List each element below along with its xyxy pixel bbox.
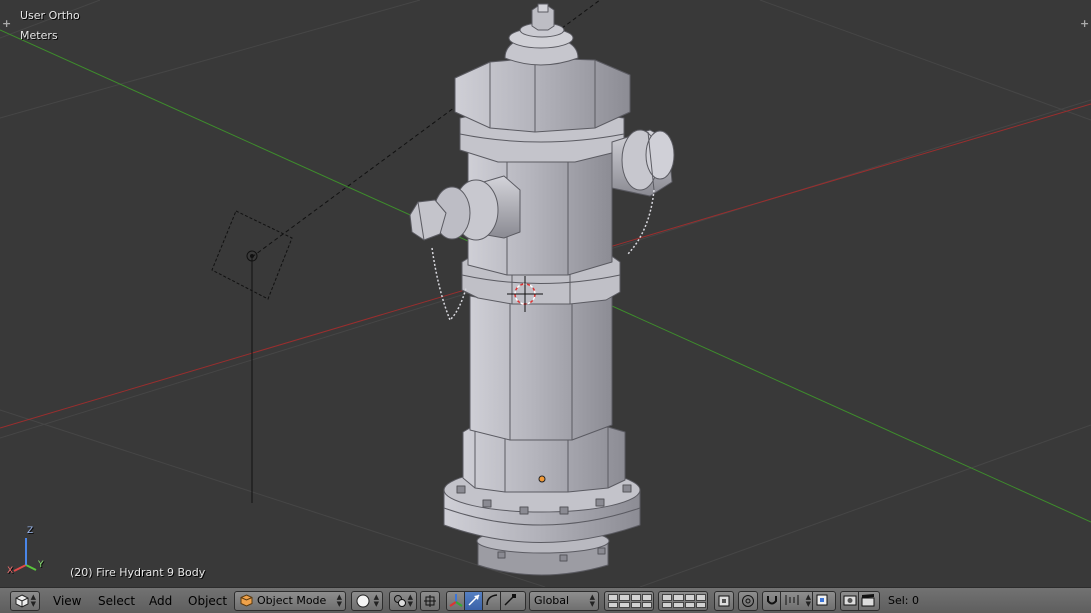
region-split-handle-left[interactable]: + bbox=[2, 17, 11, 30]
selection-count: Sel: 0 bbox=[888, 594, 920, 607]
object-mode-cube-icon bbox=[240, 594, 253, 607]
layers-group-2[interactable] bbox=[658, 591, 708, 611]
scale-manipulator-button[interactable] bbox=[501, 592, 519, 610]
units-label: Meters bbox=[20, 29, 58, 42]
x-axis-label: X bbox=[7, 566, 14, 576]
layers-group-1[interactable] bbox=[604, 591, 654, 611]
proportional-circle-icon bbox=[742, 595, 754, 607]
snap-target-icon bbox=[816, 594, 828, 606]
layer-buttons-2[interactable] bbox=[662, 594, 706, 608]
menu-object[interactable]: Object bbox=[188, 591, 227, 611]
manipulator-center-icon bbox=[424, 595, 436, 607]
menu-add[interactable]: Add bbox=[149, 591, 172, 611]
opengl-render-image-button[interactable] bbox=[841, 592, 859, 610]
menu-select[interactable]: Select bbox=[98, 591, 135, 611]
viewport-scene bbox=[0, 0, 1091, 587]
active-object-info: (20) Fire Hydrant 9 Body bbox=[70, 566, 206, 579]
axis-orientation-gizmo bbox=[13, 538, 37, 572]
manipulator-axes-icon bbox=[449, 594, 463, 607]
layer-buttons-1[interactable] bbox=[608, 594, 652, 608]
pivot-point-icon bbox=[394, 595, 406, 607]
proportional-editing-toggle[interactable] bbox=[738, 591, 758, 611]
manipulator-toggle[interactable] bbox=[447, 592, 465, 610]
y-axis-label: Y bbox=[38, 560, 44, 570]
view-name-label: User Ortho bbox=[20, 9, 80, 22]
sphere-solid-icon bbox=[356, 594, 370, 608]
lock-layers-toggle[interactable] bbox=[714, 591, 734, 611]
camera-render-icon bbox=[843, 595, 857, 606]
snapping-group: ▲ ▼ bbox=[762, 591, 836, 611]
scale-arrow-icon bbox=[504, 594, 516, 606]
rotate-manipulator-button[interactable] bbox=[483, 592, 501, 610]
editor-type-selector[interactable]: ▲ ▼ bbox=[10, 591, 40, 611]
snap-element-selector[interactable]: ▲ ▼ bbox=[781, 592, 813, 610]
lock-icon bbox=[718, 595, 730, 607]
snap-increment-icon bbox=[785, 595, 799, 605]
snap-target-toggle[interactable] bbox=[813, 592, 831, 610]
transform-orientation-label: Global bbox=[534, 594, 570, 607]
transform-manipulators-group bbox=[446, 591, 526, 611]
render-buttons-group bbox=[840, 591, 880, 611]
3d-view-cube-icon bbox=[15, 594, 29, 608]
translate-arrow-icon bbox=[468, 594, 480, 606]
fire-hydrant-mesh[interactable] bbox=[409, 3, 675, 576]
transform-orientation-selector[interactable]: Global ▲ ▼ bbox=[529, 591, 599, 611]
rotate-arc-icon bbox=[486, 594, 498, 606]
manipulate-center-points-toggle[interactable] bbox=[420, 591, 440, 611]
mode-selector[interactable]: Object Mode ▲ ▼ bbox=[234, 591, 346, 611]
z-axis-label: Z bbox=[27, 526, 34, 536]
pivot-point-selector[interactable]: ▲ ▼ bbox=[389, 591, 417, 611]
mode-label: Object Mode bbox=[257, 594, 327, 607]
viewport-header: ▲ ▼ View Select Add Object Object Mode ▲ ▼… bbox=[0, 587, 1091, 613]
menu-view[interactable]: View bbox=[53, 591, 81, 611]
clapperboard-icon bbox=[861, 594, 875, 607]
translate-manipulator-button[interactable] bbox=[465, 592, 483, 610]
viewport-shading-selector[interactable]: ▲ ▼ bbox=[351, 591, 383, 611]
region-split-handle-right[interactable]: + bbox=[1080, 17, 1089, 30]
magnet-icon bbox=[767, 596, 777, 605]
snap-toggle[interactable] bbox=[763, 592, 781, 610]
opengl-render-animation-button[interactable] bbox=[859, 592, 877, 610]
3d-viewport[interactable]: User Ortho Meters (20) Fire Hydrant 9 Bo… bbox=[0, 0, 1091, 587]
